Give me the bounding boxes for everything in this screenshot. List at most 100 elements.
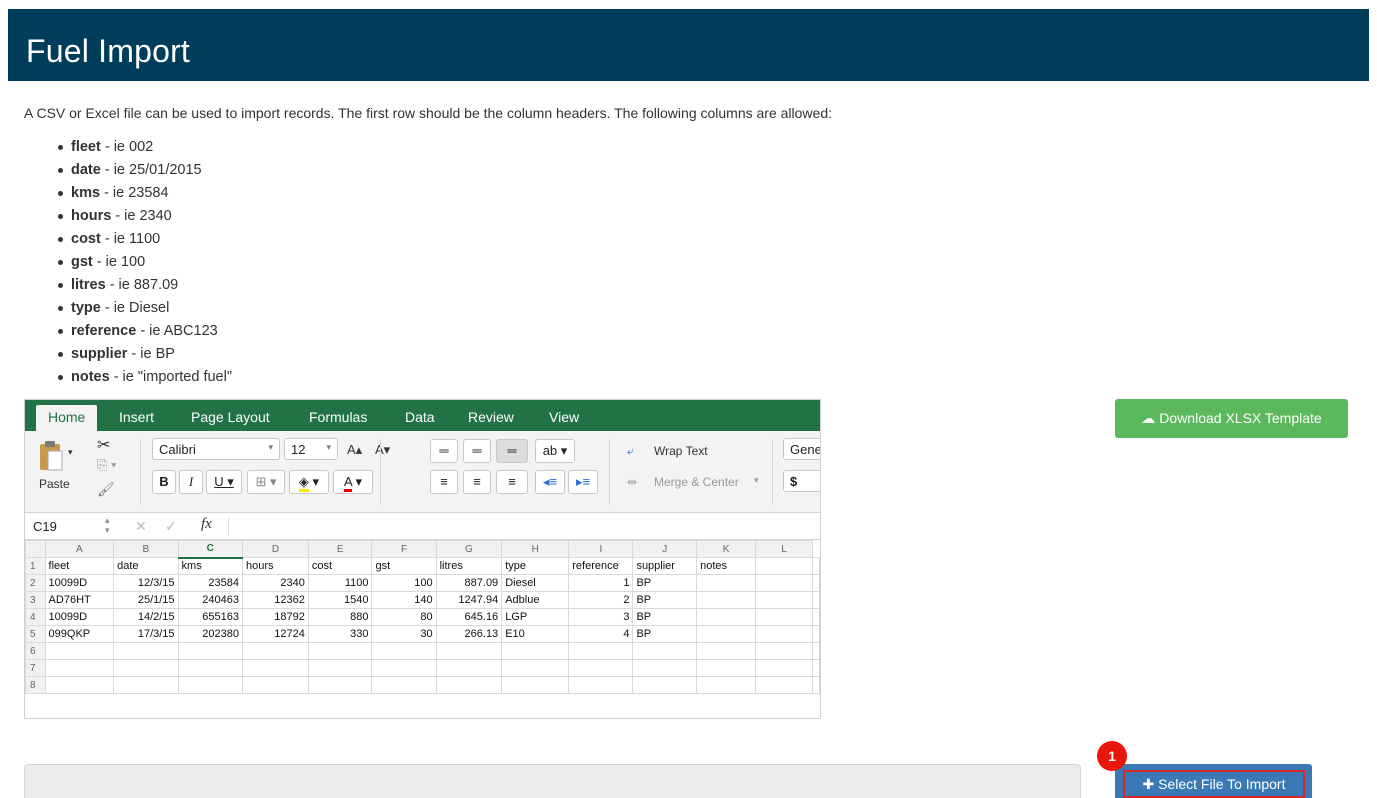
table-cell: BP (632, 608, 698, 626)
table-cell: type (501, 557, 570, 575)
table-cell: Diesel (501, 574, 570, 592)
list-item: kms - ie 23584 (58, 184, 232, 207)
table-cell (501, 676, 570, 694)
table-row: 6 (25, 642, 820, 660)
row-number: 3 (25, 591, 46, 609)
list-item: notes - ie "imported fuel" (58, 368, 232, 391)
wrap-text-label: Wrap Text (654, 444, 708, 458)
column-header: K (696, 540, 757, 558)
table-row: 5 099QKP 17/3/15 202380 12724 330 30 266.13 E10 4… (25, 625, 820, 643)
table-cell (755, 659, 813, 677)
select-file-button[interactable]: ✚ Select File To Import (1123, 770, 1305, 798)
table-cell (755, 642, 813, 660)
bold-icon: B (152, 470, 176, 494)
column-header: B (113, 540, 179, 558)
column-header: A (44, 540, 115, 558)
column-header: L (755, 540, 813, 558)
confirm-icon: ✓ (165, 518, 177, 534)
list-item: type - ie Diesel (58, 299, 232, 322)
table-cell (812, 659, 820, 677)
plus-icon: ✚ (1142, 776, 1155, 792)
column-header: H (501, 540, 570, 558)
row-number: 6 (25, 642, 46, 660)
column-header-row: A B C D E F G H I J K L (25, 540, 820, 559)
file-drop-area[interactable] (24, 764, 1081, 798)
download-template-button[interactable]: ☁ Download XLSX Template (1115, 399, 1348, 438)
select-file-label: Select File To Import (1158, 776, 1286, 792)
table-cell: 645.16 (435, 608, 503, 626)
table-cell: 140 (371, 591, 437, 609)
excel-example-image: Home Insert Page Layout Formulas Data Re… (24, 399, 821, 719)
table-cell: AD76HT (44, 591, 115, 609)
table-cell (632, 676, 698, 694)
divider (380, 439, 381, 505)
table-cell (812, 625, 820, 643)
table-cell (755, 557, 813, 575)
list-item: cost - ie 1100 (58, 230, 232, 253)
table-cell: 10099D (44, 608, 115, 626)
italic-icon: I (179, 470, 203, 494)
align-bottom-icon: ═ (496, 439, 528, 463)
table-cell: 202380 (177, 625, 244, 643)
divider (228, 517, 229, 535)
table-cell: 12724 (242, 625, 309, 643)
tab-formulas: Formulas (309, 409, 368, 425)
chevron-down-icon: ▾ (754, 475, 759, 485)
column-header: I (568, 540, 634, 558)
align-top-icon: ═ (430, 439, 458, 463)
chevron-down-icon: ▾ (68, 447, 73, 457)
fill-color-icon: ◈ ▾ (289, 470, 329, 494)
table-cell (696, 659, 757, 677)
list-item: reference - ie ABC123 (58, 322, 232, 345)
table-cell (501, 659, 570, 677)
align-left-icon: ≡ (430, 470, 458, 494)
table-cell (568, 642, 634, 660)
copy-icon: ⎘ ▾ (97, 457, 117, 472)
table-cell: 099QKP (44, 625, 115, 643)
tab-insert: Insert (119, 409, 155, 425)
table-cell: BP (632, 574, 698, 592)
stepper-icon: ▴ ▾ (105, 515, 110, 535)
function-icon: fx (201, 516, 212, 532)
download-template-label: Download XLSX Template (1159, 410, 1322, 426)
table-cell (812, 676, 820, 694)
table-cell (177, 642, 244, 660)
table-cell: 3 (568, 608, 634, 626)
table-cell (44, 676, 115, 694)
row-number: 1 (25, 557, 46, 575)
table-cell (113, 642, 179, 660)
step-badge: 1 (1097, 741, 1127, 771)
table-cell (696, 676, 757, 694)
table-cell (696, 591, 757, 609)
paste-label: Paste (39, 477, 70, 491)
underline-icon: U ▾ (206, 470, 242, 494)
table-cell: 1540 (307, 591, 373, 609)
table-cell (632, 659, 698, 677)
table-cell (812, 557, 820, 575)
align-middle-icon: ═ (463, 439, 491, 463)
spreadsheet-grid: A B C D E F G H I J K L 1 fleet date kms hou… (25, 540, 820, 694)
table-cell: 10099D (44, 574, 115, 592)
table-cell: Adblue (501, 591, 570, 609)
table-cell: 1100 (307, 574, 373, 592)
table-cell (371, 676, 437, 694)
table-cell: LGP (501, 608, 570, 626)
table-cell (435, 676, 503, 694)
list-item: fleet - ie 002 (58, 138, 232, 161)
table-cell: 1247.94 (435, 591, 503, 609)
table-cell: 80 (371, 608, 437, 626)
borders-icon: ⊞ ▾ (247, 470, 285, 494)
increase-font-icon: A▴ (347, 442, 363, 457)
column-header: D (242, 540, 309, 558)
table-cell (177, 676, 244, 694)
table-cell (501, 642, 570, 660)
select-file-container[interactable]: ✚ Select File To Import (1115, 764, 1312, 798)
table-cell (812, 591, 820, 609)
column-header: C (177, 540, 244, 559)
table-row: 7 (25, 659, 820, 677)
clipboard-icon (40, 441, 63, 471)
orientation-icon: ab ▾ (535, 439, 575, 463)
table-row: 8 (25, 676, 820, 694)
table-cell: 12362 (242, 591, 309, 609)
merge-center-label: Merge & Center (654, 475, 739, 489)
